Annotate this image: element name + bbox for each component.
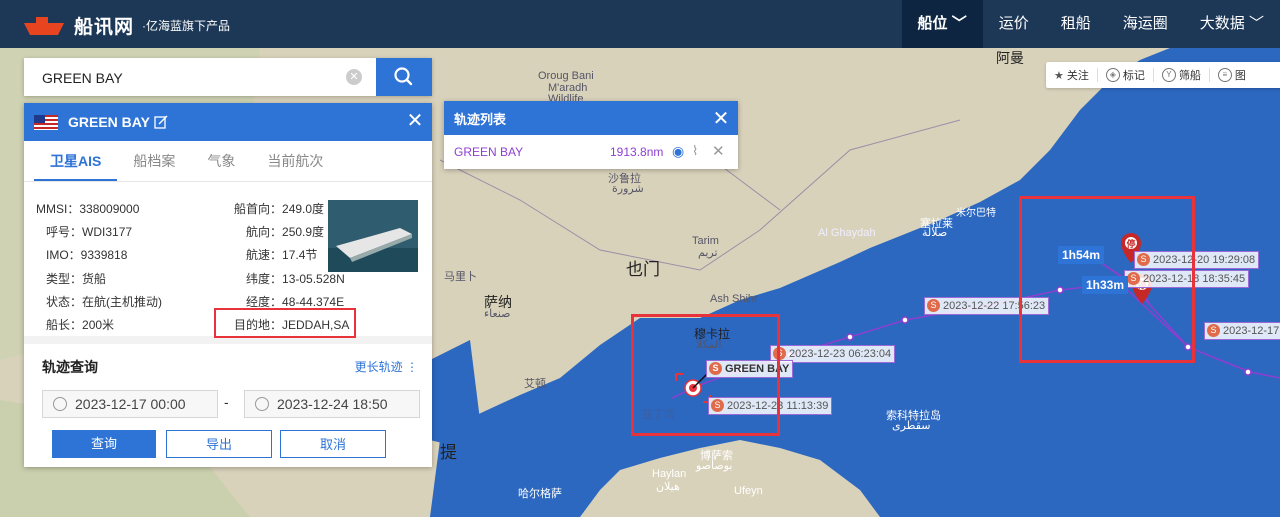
ship-panel-tabs: 卫星AIS 船档案 气象 当前航次 [24,141,432,182]
map-label: سقطرى [892,420,931,432]
nav-item-ship-position[interactable]: 船位 ﹀ [901,0,983,48]
tag-icon: ◈ [1105,68,1120,82]
ship-panel-header: GREEN BAY ✕ [24,103,432,141]
map-toolbar: ★ 关注 ◈ 标记 Y 筛船 ≡ 图 [1046,62,1280,88]
speed-badge-icon: S [1207,324,1220,337]
track-ship-name: GREEN BAY [454,145,524,159]
highlight-box [631,314,780,436]
chevron-down-icon: ﹀ [1248,15,1264,32]
field-status: 状态：在航(主机推动) [46,295,163,309]
map-label: Al Ghaydah [818,227,876,239]
map-label: 也门 [626,260,660,279]
ship-name: GREEN BAY [68,114,150,130]
ship-logo-icon [24,16,64,35]
map-label: Oroug Bani [538,70,594,82]
map-label: 米尔巴特 [956,208,996,219]
close-icon[interactable]: ✕ [712,109,730,129]
track-query-section: 轨迹查询 更长轨迹 ⋮ 2023-12-17 00:00 - 2023-12-2… [24,336,432,475]
clock-icon [53,397,67,411]
clock-icon [255,397,269,411]
main-nav: 船位 ﹀ 运价 租船 海运圈 大数据 ﹀ [901,0,1280,48]
ship-info-panel: GREEN BAY ✕ 卫星AIS 船档案 气象 当前航次 MMSI：33800… [24,103,432,467]
edit-icon[interactable] [154,115,168,129]
search-button[interactable] [376,58,432,96]
field-heading: 船首向：249.0度 [234,202,325,216]
field-latitude: 纬度：13-05.528N [246,272,345,286]
map-label: Ash Shihr [710,293,758,305]
tab-current-voyage[interactable]: 当前航次 [251,141,339,181]
track-query-title: 轨迹查询 [42,359,98,375]
top-navigation-bar: 船讯网 ·亿海蓝旗下产品 船位 ﹀ 运价 租船 海运圈 大数据 ﹀ [0,0,1280,48]
map-label: 提 [440,443,457,462]
search-input[interactable] [24,58,374,98]
clear-icon[interactable]: ✕ [346,69,362,85]
filter-icon: Y [1161,68,1176,82]
field-speed: 航速：17.4节 [246,248,318,262]
start-date-input[interactable]: 2023-12-17 00:00 [42,390,218,418]
search-bar: ✕ [24,58,432,98]
nav-item-charter[interactable]: 租船 [1045,0,1107,48]
map-label: Haylan [652,468,687,480]
close-icon[interactable]: ✕ [406,111,424,131]
field-callsign: 呼号：WDI3177 [46,225,133,239]
date-separator: - [224,394,229,410]
ship-photo[interactable] [328,200,418,272]
track-list-title: 轨迹列表 [454,111,507,127]
map-label: 阿曼 [996,50,1024,66]
track-timestamp[interactable]: S 2023-12-17 [1204,322,1280,340]
layers-icon: ≡ [1217,68,1232,82]
toolbar-filter[interactable]: Y 筛船 [1154,68,1210,82]
close-icon[interactable]: ✕ [712,142,725,160]
logo-subtitle: ·亿海蓝旗下产品 [142,19,231,33]
chart-icon[interactable]: ⌇ [692,143,698,159]
cancel-button[interactable]: 取消 [280,430,386,458]
export-button[interactable]: 导出 [166,430,272,458]
query-button[interactable]: 查询 [52,430,156,458]
map-label: 哈尔格萨 [518,488,562,500]
map-label: بوصاصو [696,460,733,472]
track-list-row[interactable]: GREEN BAY 1913.8nm ◉ ⌇ ✕ [444,135,738,169]
map-label: صنعاء [484,308,511,320]
nav-item-freight[interactable]: 运价 [983,0,1045,48]
end-date-input[interactable]: 2023-12-24 18:50 [244,390,420,418]
toolbar-mark[interactable]: ◈ 标记 [1098,68,1154,82]
map-label: تريم [698,247,718,259]
eye-icon[interactable]: ◉ [672,143,684,160]
track-list-panel: 轨迹列表 ✕ GREEN BAY 1913.8nm ◉ ⌇ ✕ [444,101,738,169]
more-icon: ⋮ [406,360,418,374]
map-label: صلالة [922,227,948,239]
map-label: 艾顿 [524,378,546,390]
nav-item-shipping-circle[interactable]: 海运圈 [1107,0,1184,48]
us-flag-icon [34,114,58,130]
destination-highlight [214,308,356,338]
toolbar-layers[interactable]: ≡ 图 [1210,68,1254,82]
field-course: 航向：250.9度 [246,225,325,239]
tab-satellite-ais[interactable]: 卫星AIS [34,141,118,181]
map-label: شرورة [612,183,644,195]
field-imo: IMO：9339818 [46,248,128,262]
highlight-box [1019,196,1195,363]
map-label: 马里卜 [444,271,477,283]
logo-title: 船讯网 [74,17,135,38]
map-label: Ufeyn [734,485,763,497]
search-icon [394,67,413,86]
tab-ship-archive[interactable]: 船档案 [117,141,191,181]
longer-track-link[interactable]: 更长轨迹 ⋮ [355,358,418,375]
tab-weather[interactable]: 气象 [191,141,251,181]
track-distance: 1913.8nm [610,145,664,159]
star-icon: ★ [1054,69,1064,82]
field-type: 类型：货船 [46,272,107,286]
track-list-header: 轨迹列表 ✕ [444,101,738,135]
chevron-down-icon: ﹀ [951,15,967,32]
map-label: هيلان [656,481,680,493]
nav-item-big-data[interactable]: 大数据 ﹀ [1184,0,1280,48]
speed-badge-icon: S [927,299,940,312]
field-length: 船长：200米 [46,318,115,332]
field-mmsi: MMSI：338009000 [36,202,140,216]
logo[interactable]: 船讯网 ·亿海蓝旗下产品 [22,12,230,39]
toolbar-follow[interactable]: ★ 关注 [1046,68,1098,82]
